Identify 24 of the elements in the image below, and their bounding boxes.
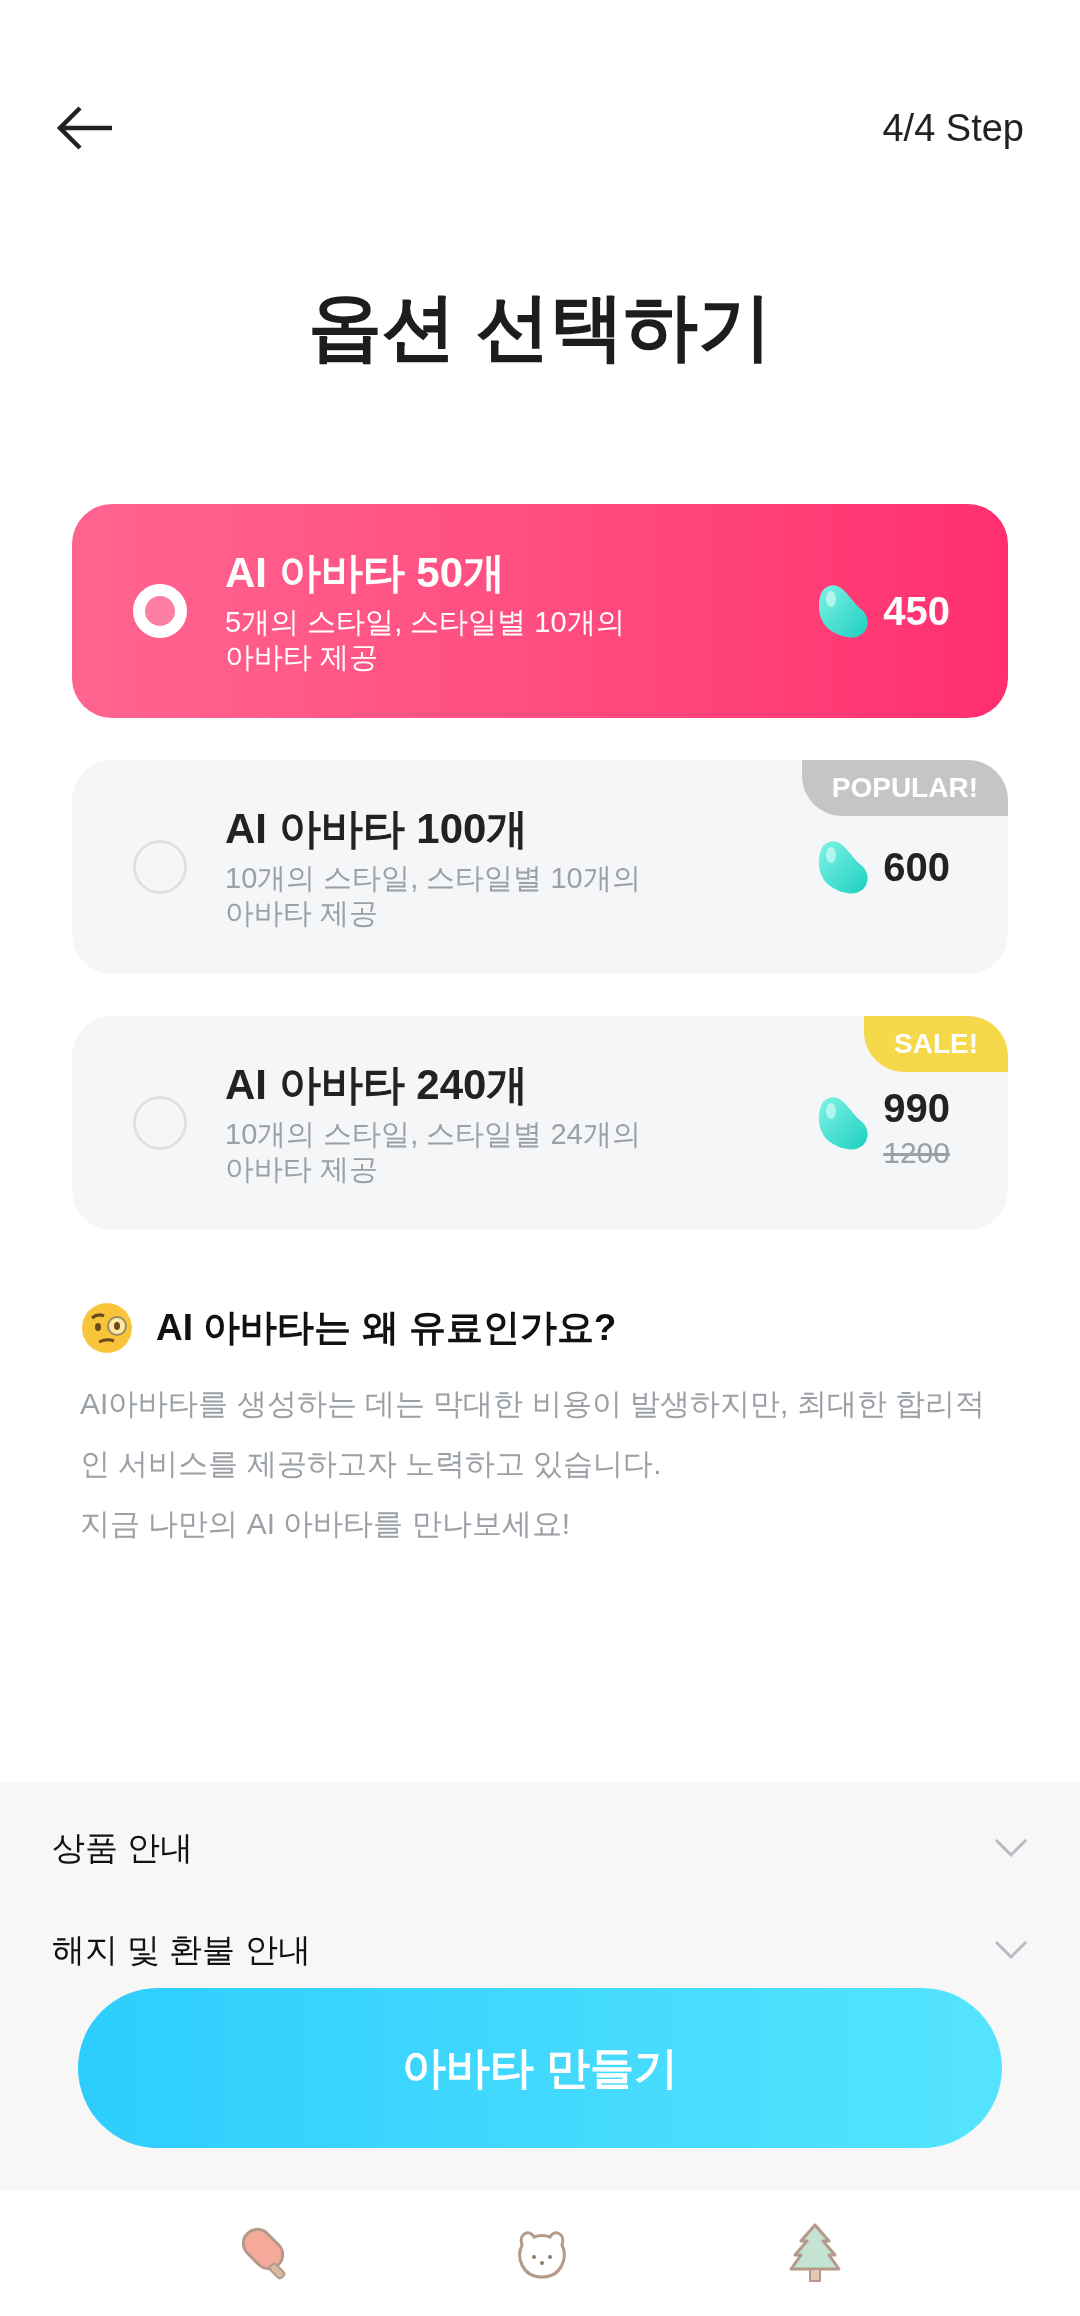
- step-indicator: 4/4 Step: [882, 105, 1024, 151]
- info-heading: AI 아바타는 왜 유료인가요?: [156, 1306, 617, 1351]
- option-description: 5개의 스타일, 스타일별 10개의 아바타 제공: [225, 605, 626, 676]
- option-description: 10개의 스타일, 스타일별 10개의 아바타 제공: [225, 861, 642, 932]
- option-badge: POPULAR!: [801, 760, 1008, 816]
- info-paragraph: 지금 나만의 AI 아바타를 만나보세요!: [80, 1506, 572, 1542]
- accordion-item[interactable]: 해지 및 환불 안내: [0, 1920, 1080, 1980]
- option-card[interactable]: AI 아바타 100개 10개의 스타일, 스타일별 10개의 아바타 제공 600 POPULAR!: [72, 760, 1008, 974]
- info-paragraph: AI아바타를 생성하는 데는 막대한 비용이 발생하지만, 최대한 합리적인 서비스를 제공하고자 노력하고 있습니다.: [80, 1386, 987, 1482]
- original-price: 1200: [883, 1138, 950, 1168]
- price: 990: [883, 1085, 950, 1132]
- price: 600: [883, 844, 950, 891]
- price: 450: [883, 588, 950, 635]
- option-card[interactable]: AI 아바타 240개 10개의 스타일, 스타일별 24개의 아바타 제공 990 1200 SALE!: [72, 1016, 1008, 1230]
- chevron-icon: [994, 1940, 1028, 1960]
- chevron-icon: [994, 1838, 1028, 1858]
- option-title: AI 아바타 240개: [225, 1059, 530, 1110]
- option-title: AI 아바타 50개: [225, 547, 507, 598]
- option-badge: SALE!: [864, 1016, 1008, 1072]
- accordion-item[interactable]: 상품 안내: [0, 1818, 1080, 1878]
- page-title: 옵션 선택하기: [306, 290, 774, 364]
- option-description: 10개의 스타일, 스타일별 24개의 아바타 제공: [225, 1117, 642, 1188]
- option-title: AI 아바타 100개: [225, 803, 530, 854]
- back-arrow-icon[interactable]: [56, 105, 114, 151]
